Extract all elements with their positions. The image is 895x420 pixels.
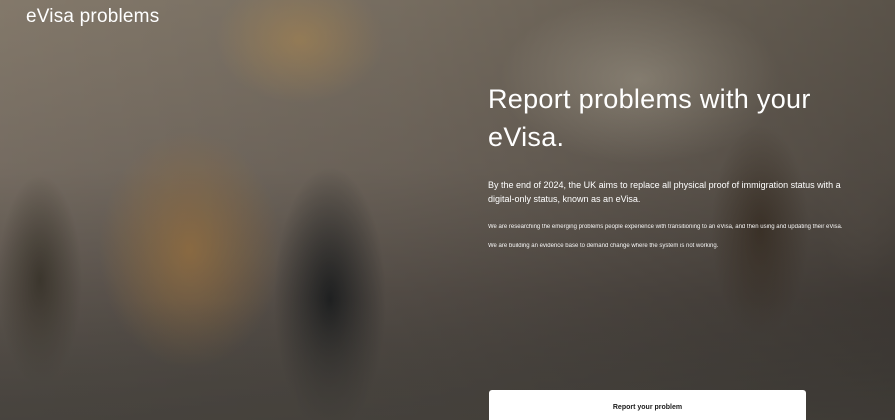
hero-lead-paragraph: By the end of 2024, the UK aims to repla… [488,180,841,204]
hero-paragraph-research: We are researching the emerging problems… [488,224,843,230]
site-brand[interactable]: eVisa problems [26,6,159,28]
hero-content: Report problems with your eVisa. By the … [488,80,868,252]
report-problem-button[interactable]: Report your problem [489,390,806,420]
page-title: Report problems with your eVisa. [488,84,811,152]
hero-paragraph-evidence: We are building an evidence base to dema… [488,243,719,249]
hero-section: eVisa problems Report problems with your… [0,0,895,420]
